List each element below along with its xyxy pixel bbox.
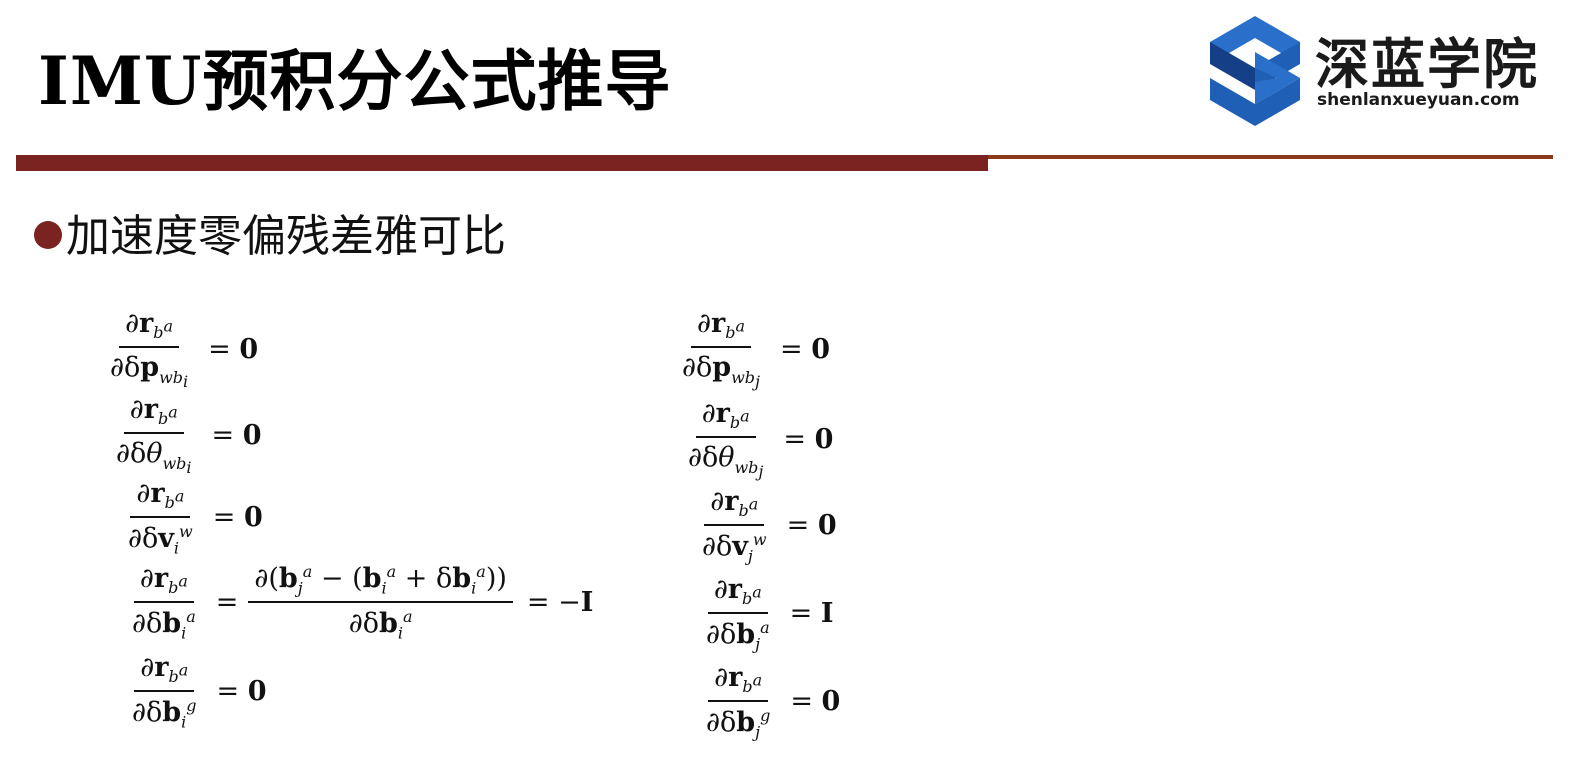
equation-right-3: ∂rba ∂δvjw = 0 [702,486,837,566]
title-divider-thin [988,155,1553,159]
brand-logo: 深蓝学院 shenlanxueyuan.com [1205,14,1565,126]
equation-right-1: ∂rba ∂δpwbj = 0 [682,308,831,391]
bullet-dot-icon [34,221,62,249]
equation-left-3: ∂rba ∂δviw = 0 [128,478,263,558]
logo-name: 深蓝学院 [1315,33,1539,96]
equation-left-2: ∂rba ∂δθwbi = 0 [116,394,262,477]
equation-right-5: ∂rba ∂δbjg = 0 [706,662,841,742]
bullet-text: 加速度零偏残差雅可比 [66,211,506,262]
equation-left-1: ∂rba ∂δpwbi = 0 [110,308,259,391]
bullet-item: 加速度零偏残差雅可比 [34,200,506,264]
title-divider-thick [16,155,988,171]
equation-right-4: ∂rba ∂δbja = I [706,574,834,654]
equation-left-4: ∂rba ∂δbia = ∂(bja − (bia + δbia)) ∂δbia =… [132,562,594,643]
logo-mark-icon [1210,16,1300,126]
logo-url: shenlanxueyuan.com [1317,90,1520,110]
equation-left-5: ∂rba ∂δbig = 0 [132,652,267,732]
equation-right-2: ∂rba ∂δθwbj = 0 [688,398,834,481]
slide-title: IMU预积分公式推导 [38,42,672,120]
